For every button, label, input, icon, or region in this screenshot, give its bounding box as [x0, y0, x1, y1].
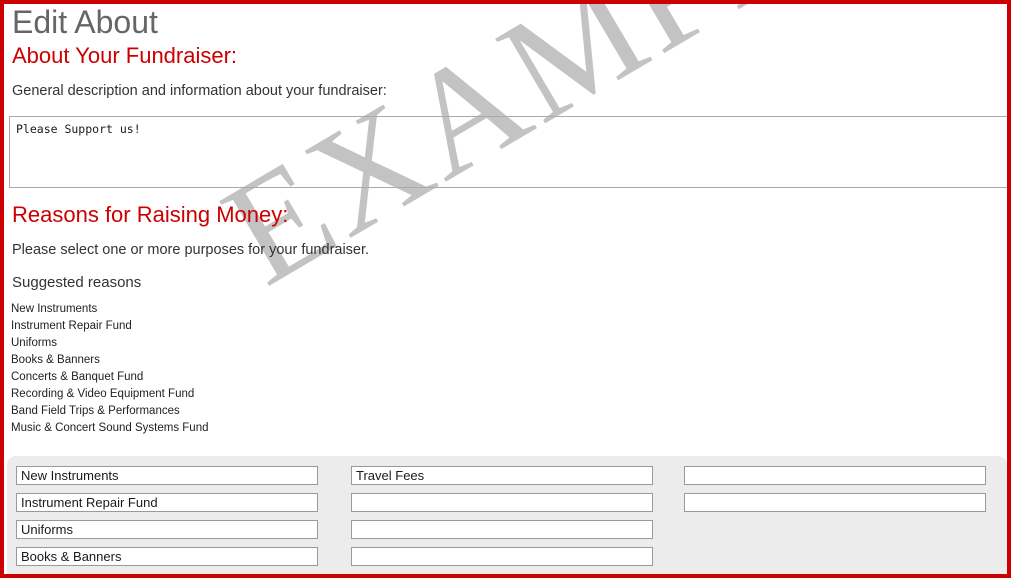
suggested-reason-item[interactable]: Music & Concert Sound Systems Fund — [11, 420, 209, 437]
reason-field-input[interactable] — [16, 493, 318, 512]
suggested-reason-item[interactable]: Books & Banners — [11, 352, 209, 369]
suggested-reason-item[interactable]: New Instruments — [11, 301, 209, 318]
reason-field-input[interactable] — [351, 520, 653, 539]
about-description-label: General description and information abou… — [12, 83, 387, 99]
reason-field-input[interactable] — [16, 466, 318, 485]
suggested-reason-item[interactable]: Uniforms — [11, 335, 209, 352]
reason-field-input[interactable] — [684, 466, 986, 485]
suggested-reason-item[interactable]: Band Field Trips & Performances — [11, 403, 209, 420]
suggested-reasons-list: New Instruments Instrument Repair Fund U… — [11, 301, 209, 437]
reason-field-input[interactable] — [684, 493, 986, 512]
suggested-reason-item[interactable]: Instrument Repair Fund — [11, 318, 209, 335]
suggested-reason-item[interactable]: Recording & Video Equipment Fund — [11, 386, 209, 403]
page-title: Edit About — [12, 4, 158, 40]
page-canvas: EXAMPLE Edit About About Your Fundraiser… — [4, 4, 1007, 574]
reason-fields-column-3 — [684, 466, 986, 520]
about-description-textarea[interactable] — [9, 116, 1007, 188]
reason-fields-panel — [7, 456, 1007, 574]
suggested-reason-item[interactable]: Concerts & Banquet Fund — [11, 369, 209, 386]
about-section-heading: About Your Fundraiser: — [12, 43, 238, 68]
example-document-frame: EXAMPLE Edit About About Your Fundraiser… — [0, 0, 1011, 578]
reasons-section-heading: Reasons for Raising Money: — [12, 202, 289, 227]
reason-fields-column-1 — [16, 466, 318, 574]
reason-field-input[interactable] — [351, 547, 653, 566]
reason-fields-column-2 — [351, 466, 653, 574]
reasons-description-label: Please select one or more purposes for y… — [12, 242, 370, 258]
reason-field-input[interactable] — [351, 466, 653, 485]
reason-field-input[interactable] — [351, 493, 653, 512]
reason-field-input[interactable] — [16, 547, 318, 566]
reason-field-input[interactable] — [16, 520, 318, 539]
suggested-reasons-label: Suggested reasons — [12, 274, 142, 291]
